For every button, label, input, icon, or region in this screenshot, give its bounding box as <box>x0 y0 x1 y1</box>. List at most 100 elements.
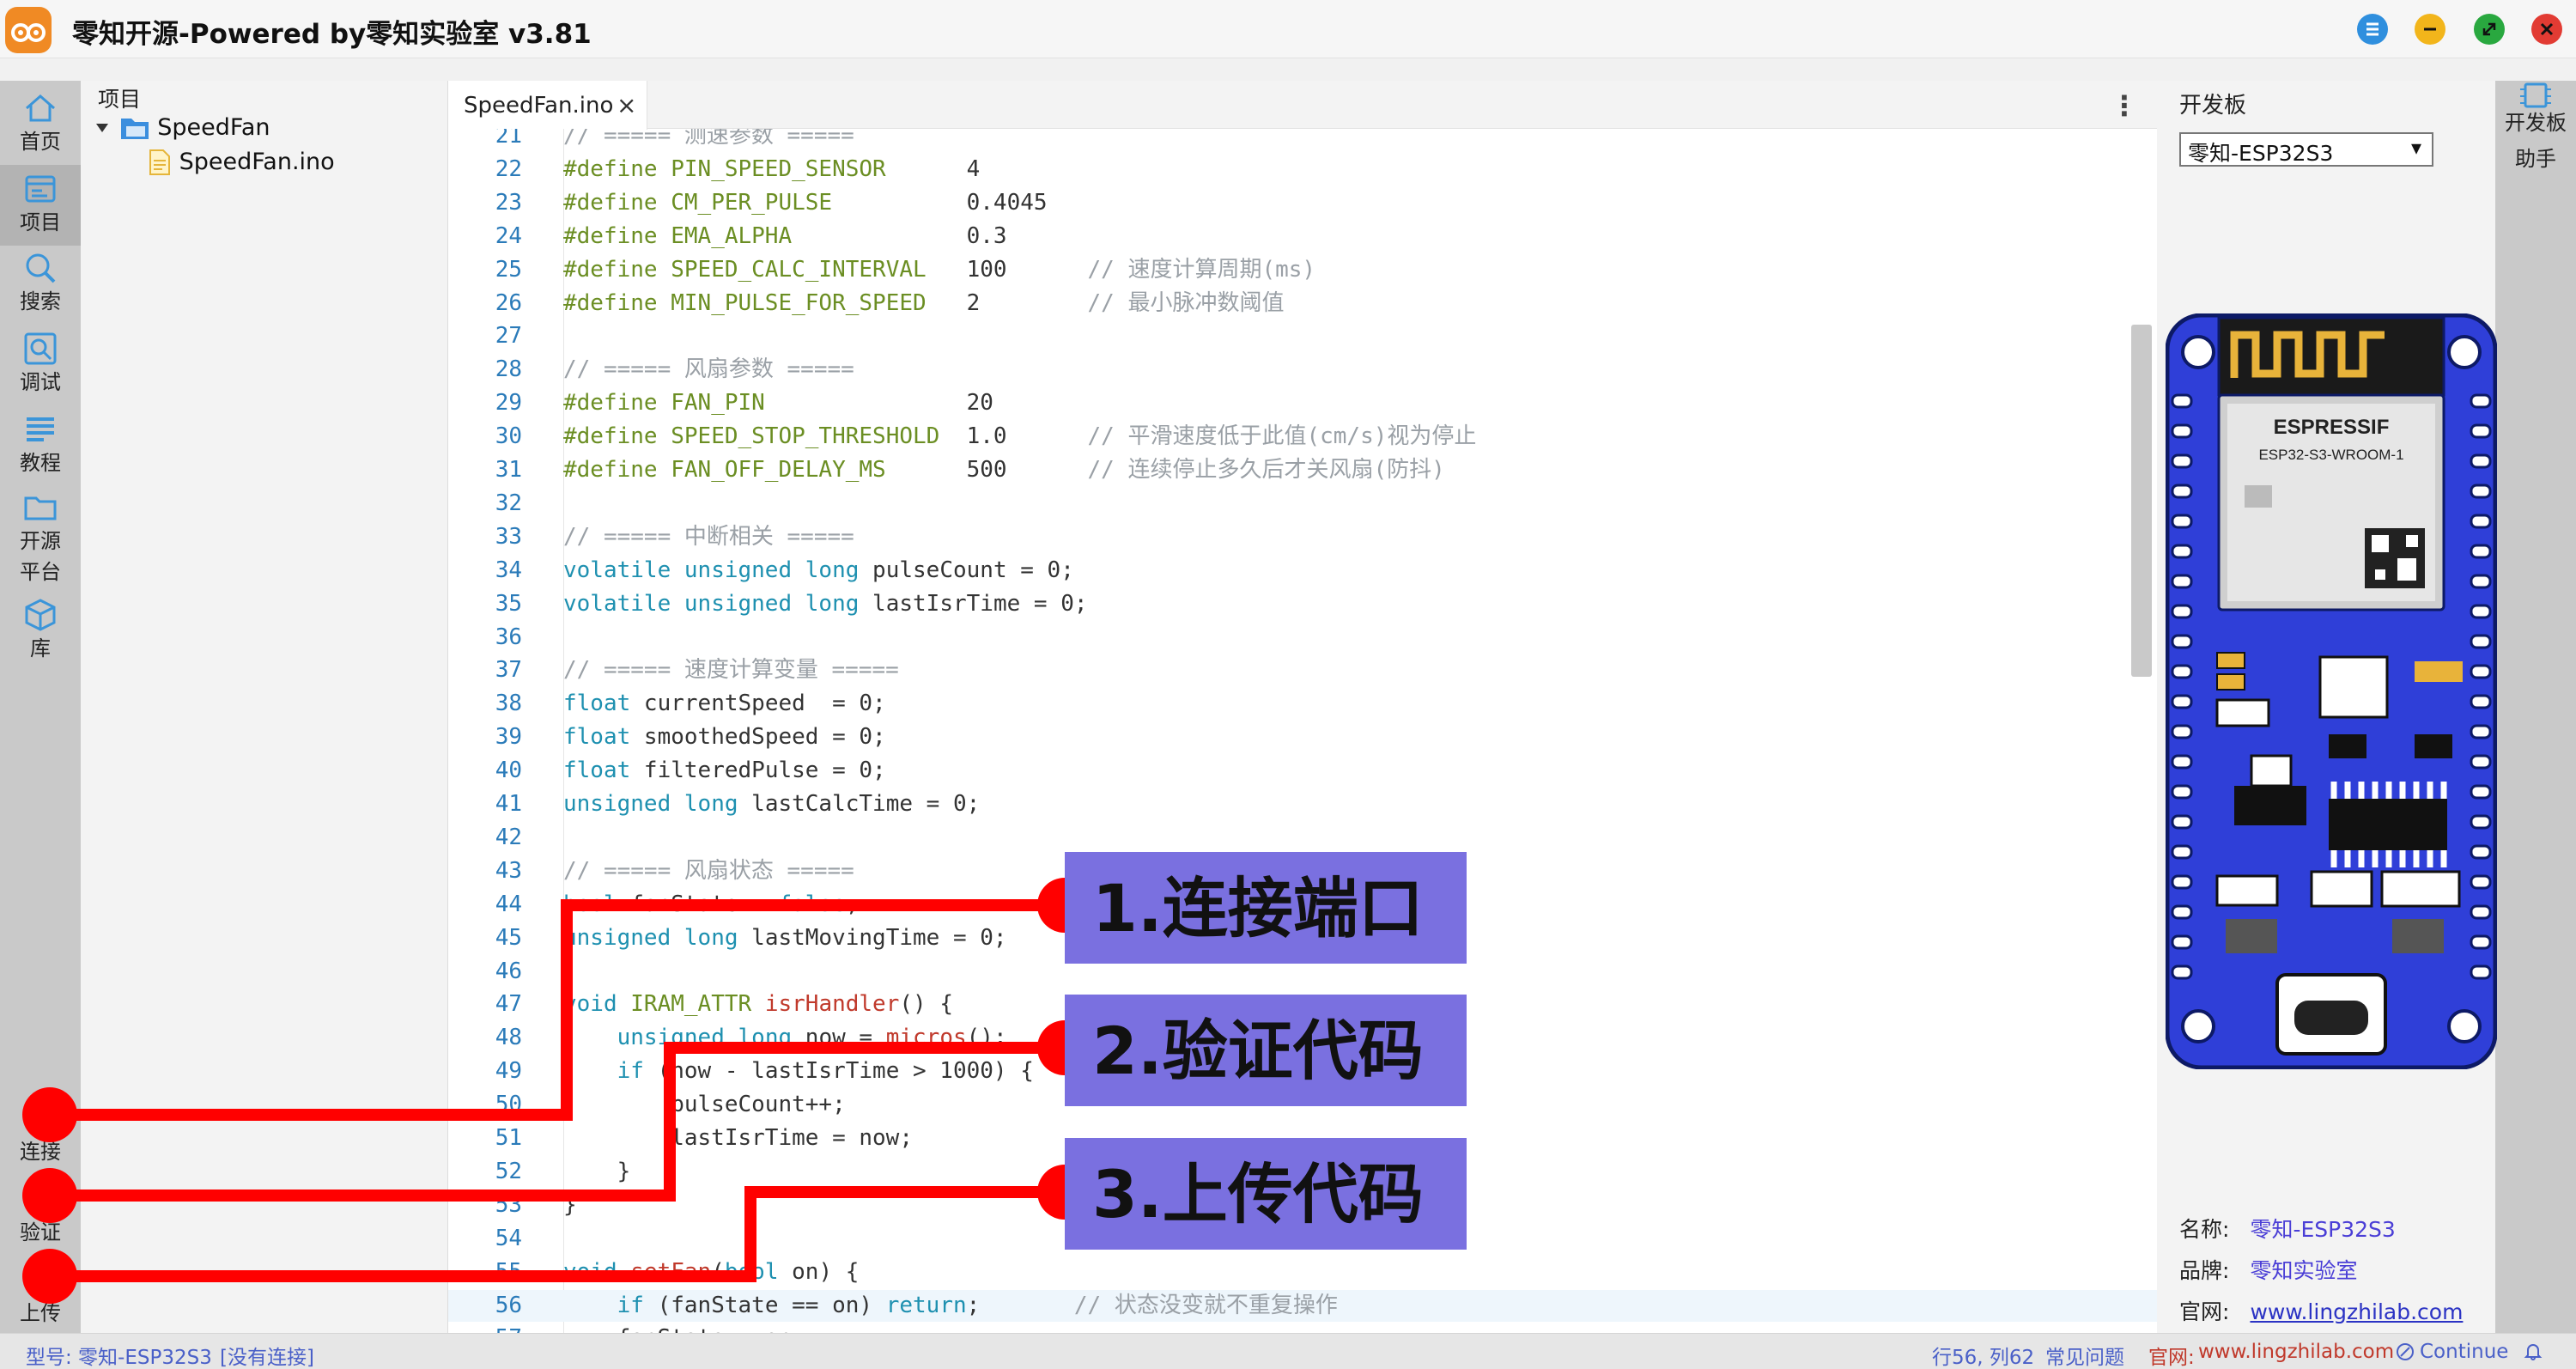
code-line[interactable]: 25 #define SPEED_CALC_INTERVAL 100 // 速度计… <box>448 254 2157 286</box>
project-explorer: 项目 SpeedFan SpeedFan.ino <box>81 81 448 1333</box>
folder-icon <box>120 118 149 139</box>
connect-button[interactable]: 连接 <box>0 1137 81 1180</box>
board-select[interactable]: 零知-ESP32S3 ▾ <box>2179 132 2433 167</box>
line-number: 23 <box>495 189 522 216</box>
code-line[interactable]: 36 <box>448 622 2157 654</box>
nav-open-platform[interactable]: 开源 平台 <box>0 488 81 593</box>
nav-library[interactable]: 库 <box>0 596 81 673</box>
nav-debug[interactable]: 调试 <box>0 330 81 407</box>
status-faq-link[interactable]: 常见问题 <box>2045 1341 2124 1369</box>
nav-home-label: 首页 <box>20 130 61 154</box>
nav-assistant[interactable]: 助手 <box>2495 141 2576 184</box>
home-icon <box>26 94 55 122</box>
status-connection[interactable]: [没有连接] <box>220 1341 314 1369</box>
line-number: 39 <box>495 724 522 751</box>
line-number: 29 <box>495 390 522 417</box>
board-brand-value: 零知实验室 <box>2250 1258 2358 1283</box>
editor-tab[interactable]: SpeedFan.ino × <box>448 81 647 130</box>
vertical-scrollbar[interactable] <box>2131 325 2152 677</box>
code-line[interactable]: 31 #define FAN_OFF_DELAY_MS 500 // 连续停止多久… <box>448 454 2157 486</box>
nav-home[interactable]: 首页 <box>0 89 81 163</box>
code-line[interactable]: 39 float smoothedSpeed = 0; <box>448 721 2157 753</box>
code-line[interactable]: 57 fanState = on; <box>448 1323 2157 1333</box>
code-text: unsigned long lastCalcTime = 0; <box>563 791 981 817</box>
code-line[interactable]: 35 volatile unsigned long lastIsrTime = 0… <box>448 588 2157 620</box>
code-line[interactable]: 55 void setFan(bool on) { <box>448 1256 2157 1288</box>
status-continue[interactable]: Continue <box>2420 1341 2508 1363</box>
step-upload-callout: 3.上传代码 <box>1065 1138 1467 1250</box>
code-text: volatile unsigned long lastIsrTime = 0; <box>563 590 1088 617</box>
line-number: 38 <box>495 691 522 717</box>
code-text: // ===== 风扇参数 ===== <box>563 356 854 383</box>
code-text: if (now - lastIsrTime > 1000) { <box>617 1058 1034 1085</box>
code-line[interactable]: 42 <box>448 822 2157 854</box>
line-number: 35 <box>495 590 522 617</box>
verify-button[interactable]: 验证 <box>0 1218 81 1261</box>
code-line[interactable]: 28 // ===== 风扇参数 ===== <box>448 354 2157 386</box>
code-line[interactable]: 26 #define MIN_PULSE_FOR_SPEED 2 // 最小脉冲数… <box>448 288 2157 319</box>
code-line[interactable]: 23 #define CM_PER_PULSE 0.4045 <box>448 187 2157 219</box>
code-text: volatile unsigned long pulseCount = 0; <box>563 557 1074 583</box>
line-number: 49 <box>495 1058 522 1085</box>
nav-search[interactable]: 搜索 <box>0 249 81 326</box>
editor-tab-label: SpeedFan.ino <box>464 93 614 119</box>
debug-icon <box>24 332 57 365</box>
bell-icon[interactable] <box>2523 1341 2543 1361</box>
tree-item-project[interactable]: SpeedFan <box>93 113 270 148</box>
step3-label: 3.上传代码 <box>1092 1156 1424 1232</box>
tree-item-file[interactable]: SpeedFan.ino <box>148 148 335 182</box>
code-line[interactable]: 40 float filteredPulse = 0; <box>448 755 2157 787</box>
code-line[interactable]: 24 #define EMA_ALPHA 0.3 <box>448 221 2157 253</box>
line-number: 33 <box>495 523 522 550</box>
code-line[interactable]: 33 // ===== 中断相关 ===== <box>448 521 2157 553</box>
line-number: 32 <box>495 490 522 516</box>
line-number: 40 <box>495 758 522 784</box>
more-options-icon[interactable]: ⋮ <box>2111 89 2138 122</box>
board-site-label: 官网: <box>2179 1299 2230 1324</box>
minimize-button[interactable] <box>2415 14 2445 45</box>
code-text: } <box>563 1158 631 1184</box>
code-text: #define FAN_OFF_DELAY_MS 500 // 连续停止多久后才… <box>563 457 1445 483</box>
code-line[interactable]: 34 volatile unsigned long pulseCount = 0; <box>448 555 2157 587</box>
nav-project[interactable]: 项目 <box>0 165 81 246</box>
line-number: 48 <box>495 1025 522 1051</box>
close-icon <box>2540 22 2554 36</box>
code-line[interactable]: 22 #define PIN_SPEED_SENSOR 4 <box>448 154 2157 186</box>
code-line[interactable]: 38 float currentSpeed = 0; <box>448 688 2157 720</box>
chip-icon <box>2520 82 2551 108</box>
code-text: #define CM_PER_PULSE 0.4045 <box>563 189 1048 216</box>
code-line[interactable]: 29 #define FAN_PIN 20 <box>448 387 2157 419</box>
board-panel-title: 开发板 <box>2179 93 2247 119</box>
code-line[interactable]: 21 // ===== 测速参数 ===== <box>448 129 2157 152</box>
right-activity-bar: 开发板 助手 <box>2495 81 2576 1333</box>
code-text: float currentSpeed = 0; <box>563 691 886 717</box>
nav-tutorial[interactable]: 教程 <box>0 411 81 488</box>
code-text: lastIsrTime = now; <box>563 1125 913 1151</box>
code-text: void setFan(bool on) { <box>563 1258 860 1285</box>
close-button[interactable] <box>2531 14 2562 45</box>
nav-platform-label-1: 开源 <box>20 529 61 553</box>
code-line[interactable]: 30 #define SPEED_STOP_THRESHOLD 1.0 // 平滑… <box>448 421 2157 453</box>
code-line[interactable]: 41 unsigned long lastCalcTime = 0; <box>448 788 2157 820</box>
code-line[interactable]: 37 // ===== 速度计算变量 ===== <box>448 654 2157 686</box>
tab-close-icon[interactable]: × <box>617 91 636 119</box>
menu-button[interactable] <box>2357 14 2388 45</box>
code-line[interactable]: 56 if (fanState == on) return; // 状态没变就不… <box>448 1289 2157 1322</box>
nav-board-label: 开发板 <box>2505 111 2567 135</box>
continue-icon <box>2397 1343 2414 1360</box>
chevron-down-icon: ▾ <box>2411 136 2422 160</box>
maximize-button[interactable] <box>2474 14 2505 45</box>
status-site-link[interactable]: www.lingzhilab.com <box>2198 1341 2394 1363</box>
line-number: 47 <box>495 991 522 1018</box>
board-site-link[interactable]: www.lingzhilab.com <box>2250 1299 2463 1324</box>
nav-debug-label: 调试 <box>20 370 61 394</box>
code-text: float smoothedSpeed = 0; <box>563 724 886 751</box>
step2-label: 2.验证代码 <box>1092 1013 1424 1089</box>
line-number: 34 <box>495 557 522 583</box>
code-line[interactable]: 27 <box>448 320 2157 352</box>
code-line[interactable]: 32 <box>448 488 2157 520</box>
verify-label: 验证 <box>20 1220 61 1244</box>
nav-board[interactable]: 开发板 <box>2495 81 2576 146</box>
line-number: 37 <box>495 657 522 684</box>
code-text: #define EMA_ALPHA 0.3 <box>563 222 1007 249</box>
